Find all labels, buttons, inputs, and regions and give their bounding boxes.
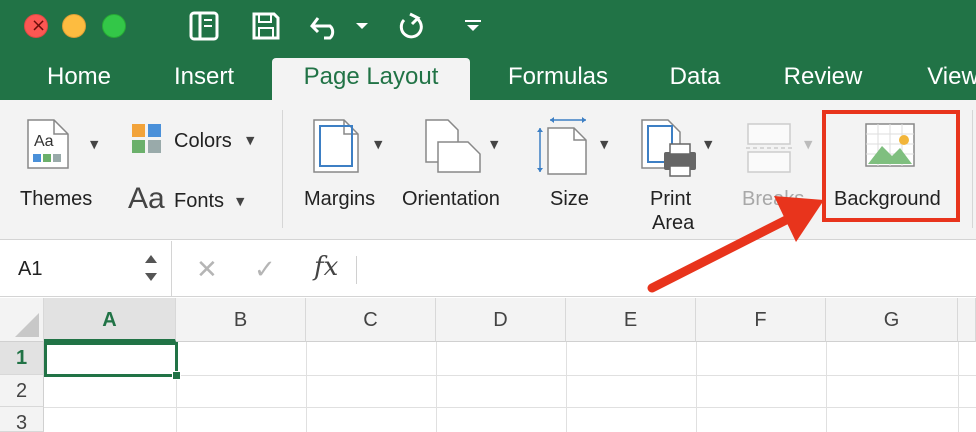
annotation-arrow [647, 196, 824, 293]
